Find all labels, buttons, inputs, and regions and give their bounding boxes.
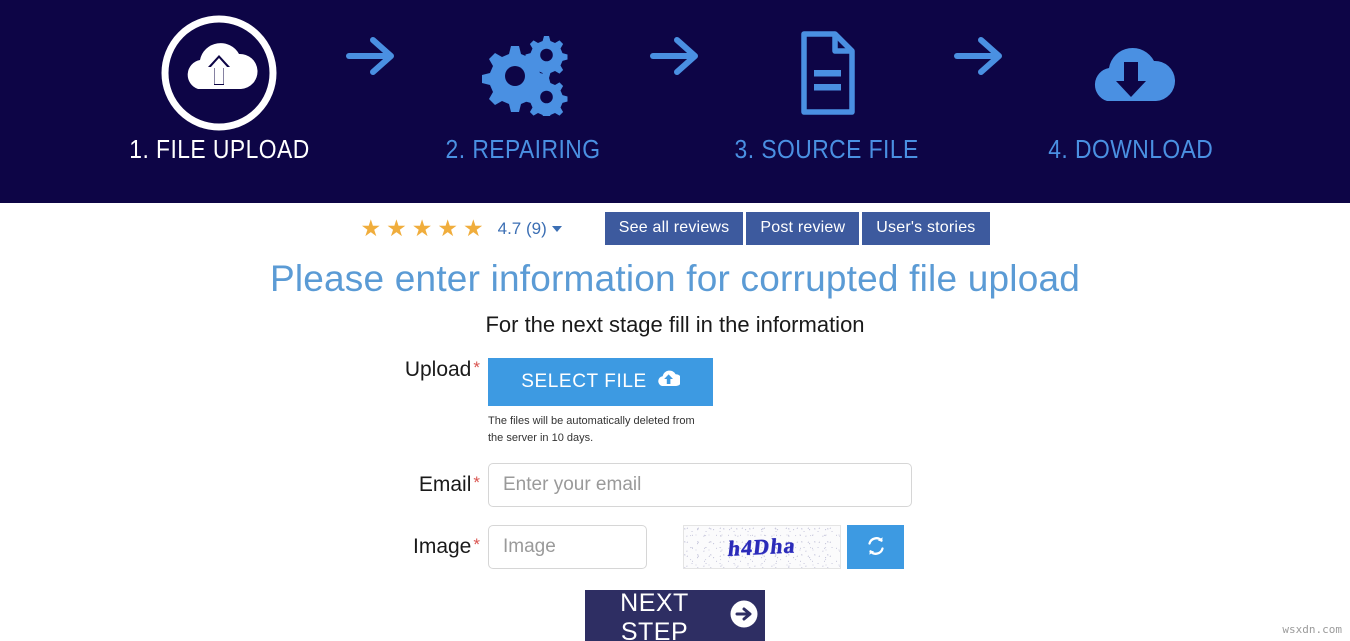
rating-dropdown[interactable]: 4.7 (9) bbox=[498, 219, 562, 239]
upload-control: SELECT FILE The files will be automatica… bbox=[488, 358, 713, 447]
gears-icon bbox=[477, 14, 569, 132]
page-title: Please enter information for corrupted f… bbox=[269, 258, 1081, 299]
step-label: 2. REPAIRING bbox=[445, 134, 601, 164]
document-icon bbox=[792, 14, 862, 132]
rating-stars: ★ ★ ★ ★ ★ bbox=[361, 217, 484, 240]
next-step-label: NEXT STEP bbox=[620, 588, 689, 641]
post-review-button[interactable]: Post review bbox=[746, 212, 860, 245]
form-row-email: Email * bbox=[0, 463, 1350, 508]
select-file-button[interactable]: SELECT FILE bbox=[488, 358, 713, 406]
select-file-label: SELECT FILE bbox=[521, 371, 647, 392]
captcha-input[interactable] bbox=[488, 525, 647, 570]
star-icon: ★ bbox=[360, 215, 382, 241]
cloud-download-icon bbox=[1083, 14, 1179, 132]
required-marker: * bbox=[473, 473, 480, 493]
caret-down-icon bbox=[551, 225, 562, 232]
step-label: 3. SOURCE FILE bbox=[734, 134, 920, 164]
arrow-right-icon bbox=[315, 14, 427, 132]
review-bar: ★ ★ ★ ★ ★ 4.7 (9) See all reviews Post r… bbox=[0, 203, 1350, 245]
form-row-upload: Upload * SELECT FILE The files will be au… bbox=[0, 358, 1350, 447]
cloud-upload-circle-icon bbox=[157, 14, 281, 132]
captcha-image: h4Dha bbox=[683, 525, 841, 570]
image-label: Image * bbox=[404, 535, 488, 559]
review-buttons: See all reviews Post review User's stori… bbox=[604, 212, 990, 245]
cloud-upload-icon bbox=[656, 370, 682, 394]
step-download: 4. DOWNLOAD bbox=[1035, 14, 1227, 165]
upload-note: The files will be automatically deleted … bbox=[488, 415, 695, 445]
upload-label: Upload * bbox=[404, 358, 488, 382]
page-subtitle: For the next stage fill in the informati… bbox=[485, 312, 865, 337]
refresh-icon bbox=[864, 534, 888, 561]
progress-steps-bar: 1. FILE UPLOAD 2. REPAIRING 3. SOURCE FI… bbox=[0, 0, 1350, 203]
star-icon: ★ bbox=[411, 215, 433, 241]
required-marker: * bbox=[473, 535, 480, 555]
email-input[interactable] bbox=[488, 463, 912, 508]
main-content: ★ ★ ★ ★ ★ 4.7 (9) See all reviews Post r… bbox=[0, 203, 1350, 641]
star-icon: ★ bbox=[463, 215, 484, 241]
captcha-text: h4Dha bbox=[726, 532, 798, 561]
arrow-right-icon bbox=[619, 14, 731, 132]
step-file-upload: 1. FILE UPLOAD bbox=[123, 14, 315, 165]
email-label: Email * bbox=[404, 473, 488, 497]
watermark: wsxdn.com bbox=[1282, 623, 1342, 636]
see-all-reviews-button[interactable]: See all reviews bbox=[604, 212, 744, 245]
step-label: 4. DOWNLOAD bbox=[1048, 134, 1214, 164]
image-label-text: Image bbox=[413, 535, 472, 559]
submit-row: NEXT STEP bbox=[0, 588, 1350, 641]
star-icon: ★ bbox=[437, 215, 458, 241]
step-source-file: 3. SOURCE FILE bbox=[731, 14, 923, 165]
captcha-group: h4Dha bbox=[683, 525, 904, 570]
step-repairing: 2. REPAIRING bbox=[427, 14, 619, 165]
steps-row: 1. FILE UPLOAD 2. REPAIRING 3. SOURCE FI… bbox=[0, 0, 1350, 203]
users-stories-button[interactable]: User's stories bbox=[862, 212, 990, 245]
rating-value: 4.7 (9) bbox=[497, 218, 547, 238]
upload-form: Upload * SELECT FILE The files will be au… bbox=[0, 358, 1350, 641]
arrow-right-icon bbox=[923, 14, 1035, 132]
next-step-button[interactable]: NEXT STEP bbox=[585, 588, 765, 641]
form-row-captcha: Image* h4Dha bbox=[0, 525, 1350, 570]
arrow-right-circle-icon bbox=[729, 599, 759, 636]
step-label: 1. FILE UPLOAD bbox=[128, 134, 310, 164]
star-icon: ★ bbox=[386, 215, 407, 241]
captcha-refresh-button[interactable] bbox=[847, 525, 904, 570]
upload-label-text: Upload bbox=[404, 358, 472, 381]
email-label-text: Email bbox=[418, 473, 472, 497]
required-marker: * bbox=[473, 358, 480, 377]
